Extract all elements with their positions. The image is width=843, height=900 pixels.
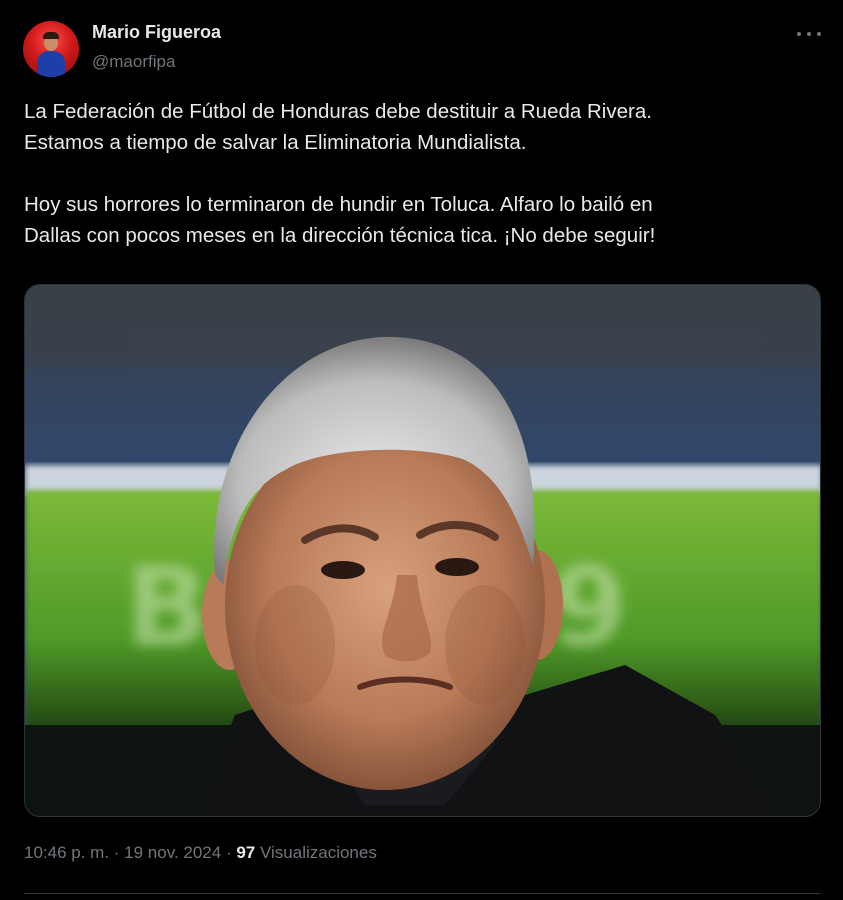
- views-label: Visualizaciones: [255, 843, 377, 862]
- tweet-date[interactable]: 19 nov. 2024: [124, 843, 221, 862]
- tweet-photo[interactable]: Ba 2019: [24, 284, 821, 817]
- tweet: Mario Figueroa @maorfipa La Federación d…: [0, 0, 843, 900]
- author-display-name[interactable]: Mario Figueroa: [92, 22, 221, 43]
- views-count: 97: [236, 843, 256, 862]
- tweet-text: La Federación de Fútbol de Honduras debe…: [24, 96, 824, 251]
- tweet-metadata: 10:46 p. m. · 19 nov. 2024 · 97 Visualiz…: [24, 843, 377, 862]
- avatar[interactable]: [23, 21, 79, 77]
- tweet-text-line: Dallas con pocos meses en la dirección t…: [24, 224, 656, 247]
- divider: [24, 893, 821, 894]
- tweet-text-line: Hoy sus horrores lo terminaron de hundir…: [24, 193, 653, 216]
- author-handle[interactable]: @maorfipa: [92, 52, 175, 72]
- avatar-figure: [37, 51, 65, 77]
- tweet-time[interactable]: 10:46 p. m.: [24, 843, 109, 862]
- tweet-text-line: La Federación de Fútbol de Honduras debe…: [24, 100, 652, 123]
- more-options-icon[interactable]: [797, 28, 821, 40]
- tweet-text-line: Estamos a tiempo de salvar la Eliminator…: [24, 131, 527, 154]
